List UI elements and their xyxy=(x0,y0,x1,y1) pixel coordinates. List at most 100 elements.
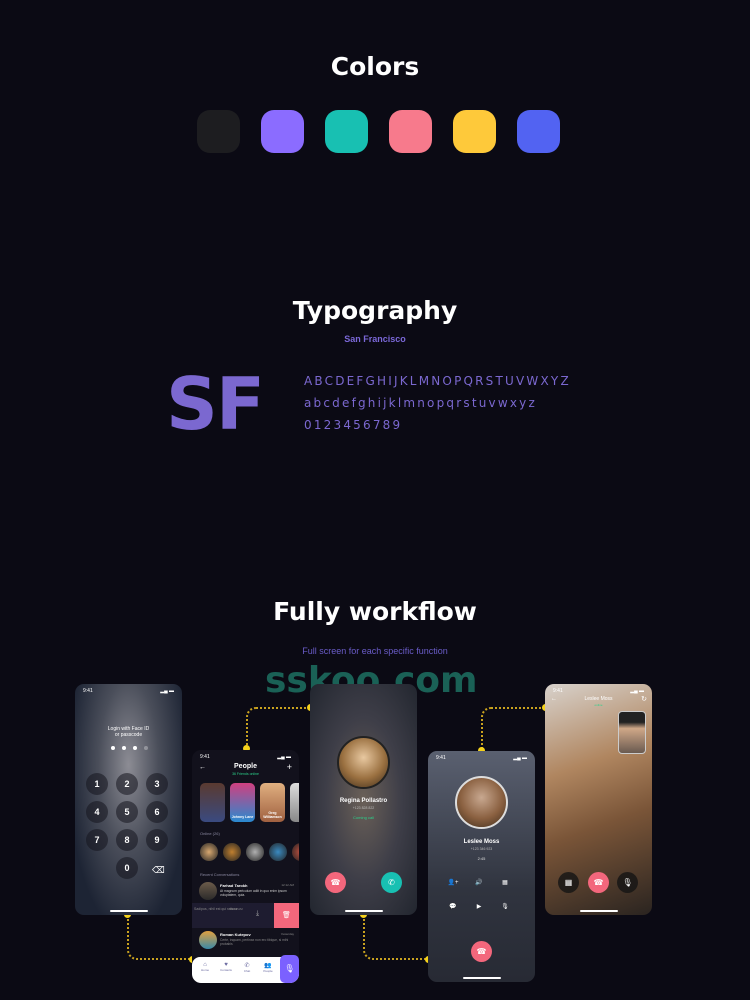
key-1[interactable]: 1 xyxy=(86,773,108,795)
status-bar: 9:41 ▂▄ ▬ xyxy=(200,754,291,760)
end-call-button[interactable]: ☎ xyxy=(471,941,492,962)
conversation-item[interactable]: Farhad Tarokh 12:12 AM At magnum pericul… xyxy=(199,882,294,902)
caller-phone: +123 828 822 xyxy=(352,806,375,810)
connector xyxy=(363,915,429,960)
contact-name: Leslee Moss xyxy=(584,696,613,702)
connector xyxy=(481,707,547,752)
online-avatar[interactable] xyxy=(223,843,241,861)
status-bar: 9:41 ▂▄ ▬ xyxy=(83,688,174,694)
caller-phone: +123 346 923 xyxy=(470,847,493,851)
tab-chat[interactable]: ✆ Chat xyxy=(238,962,256,973)
story-card[interactable]: Johnny Lane xyxy=(230,783,255,822)
conversation-item[interactable]: Roman Kutepov Yesterday Certe, inquam, p… xyxy=(199,931,294,951)
story-card[interactable]: Greg Williamson xyxy=(260,783,285,822)
home-indicator xyxy=(462,977,501,979)
keypad-button[interactable]: ▦ xyxy=(558,872,579,893)
online-label: Online (26) xyxy=(200,831,220,836)
online-avatar[interactable] xyxy=(292,843,299,861)
online-avatar[interactable] xyxy=(200,843,218,861)
key-7[interactable]: 7 xyxy=(86,829,108,851)
call-status: Coming call xyxy=(353,815,374,820)
typography-title: Typography xyxy=(292,296,458,325)
caller-name: Leslee Moss xyxy=(463,839,500,845)
video-icon[interactable]: ▶ xyxy=(469,903,489,910)
workflow-title: Fully workflow xyxy=(273,597,477,626)
online-avatar[interactable] xyxy=(269,843,287,861)
color-swatch xyxy=(517,110,560,153)
tab-people[interactable]: 👥 People xyxy=(259,962,277,973)
tab-bar: ⌂ Home ♥ Contacts ✆ Chat 👥 People 🎙 xyxy=(192,955,299,983)
home-indicator xyxy=(579,910,618,912)
story-card[interactable] xyxy=(290,783,299,822)
accept-button[interactable]: ✆ xyxy=(381,872,402,893)
signal-battery-icon: ▂▄ ▬ xyxy=(160,688,174,694)
key-9[interactable]: 9 xyxy=(146,829,168,851)
keypad-icon[interactable]: ▦ xyxy=(495,879,515,886)
friends-online: 36 Friends online xyxy=(232,772,259,776)
key-6[interactable]: 6 xyxy=(146,801,168,823)
active-call-screen: 9:41 ▂▄ ▬ Leslee Moss +123 346 923 2:45 👤… xyxy=(428,751,535,982)
message-time: 12:12 AM xyxy=(281,883,294,887)
tab-contacts[interactable]: ♥ Contacts xyxy=(217,962,235,972)
passcode-dot xyxy=(144,746,148,750)
archive-icon[interactable]: ⤓ xyxy=(256,910,259,918)
people-screen: 9:41 ▂▄ ▬ ← People 36 Friends online + Jo… xyxy=(192,750,299,983)
online-avatar[interactable] xyxy=(246,843,264,861)
self-view[interactable] xyxy=(618,711,646,754)
swiped-conversation[interactable]: Sadipus, nihil est qui ratione 09:12 AM … xyxy=(192,903,299,928)
digits-sample: 0123456789 xyxy=(304,418,403,432)
mute-button[interactable]: 🎙 xyxy=(617,872,638,893)
uppercase-sample: ABCDEFGHIJKLMNOPQRSTUVWXYZ xyxy=(304,374,571,388)
tab-label: Chat xyxy=(243,969,251,973)
home-indicator xyxy=(344,910,383,912)
add-icon[interactable]: + xyxy=(287,762,292,772)
key-5[interactable]: 5 xyxy=(116,801,138,823)
key-3[interactable]: 3 xyxy=(146,773,168,795)
story-card[interactable] xyxy=(200,783,225,822)
rotate-camera-icon[interactable]: ↻ xyxy=(641,695,647,703)
color-swatch xyxy=(325,110,368,153)
key-0[interactable]: 0 xyxy=(116,857,138,879)
people-title: People xyxy=(234,763,257,770)
lock-screen: 9:41 ▂▄ ▬ Login with Face ID or passcode 1… xyxy=(75,684,182,915)
color-swatch xyxy=(261,110,304,153)
add-contact-icon[interactable]: 👤+ xyxy=(443,879,463,886)
tab-label: Contacts xyxy=(220,968,232,972)
incoming-call-screen: Regina Pollastro +123 828 822 Coming cal… xyxy=(310,684,417,915)
end-call-button[interactable]: ☎ xyxy=(588,872,609,893)
mic-icon[interactable]: 🎙 xyxy=(495,903,515,910)
tab-home[interactable]: ⌂ Home xyxy=(196,962,214,972)
delete-icon[interactable]: 🗑 xyxy=(274,903,299,928)
key-4[interactable]: 4 xyxy=(86,801,108,823)
speaker-icon[interactable]: 🔊 xyxy=(469,879,489,886)
key-8[interactable]: 8 xyxy=(116,829,138,851)
chat-icon[interactable]: 💬 xyxy=(443,903,463,910)
backspace-icon[interactable]: ⌫ xyxy=(152,865,165,876)
color-swatch xyxy=(389,110,432,153)
prompt-line: or passcode xyxy=(114,732,143,738)
mic-button[interactable]: 🎙 xyxy=(280,955,299,983)
tab-label: Home xyxy=(200,968,209,972)
font-name: San Francisco xyxy=(344,334,406,344)
avatar xyxy=(199,931,217,949)
home-indicator xyxy=(109,910,148,912)
signal-battery-icon: ▂▄ ▬ xyxy=(277,754,291,760)
video-call-screen: 9:41 ▂▄ ▬ ← Leslee Moss online ↻ ▦ ☎ 🎙 xyxy=(545,684,652,915)
status-bar: 9:41 ▂▄ ▬ xyxy=(553,688,644,694)
online-status: online xyxy=(594,703,603,707)
tab-icon: ✆ xyxy=(244,963,250,969)
face-id-prompt: Login with Face ID or passcode xyxy=(75,726,182,738)
caller-name: Regina Pollastro xyxy=(339,798,388,804)
caller-photo xyxy=(455,776,508,829)
caller-photo xyxy=(337,736,390,789)
signal-battery-icon: ▂▄ ▬ xyxy=(513,755,527,761)
tab-icon: 👥 xyxy=(264,963,272,969)
workflow-subtitle: Full screen for each specific function xyxy=(302,646,448,656)
passcode-dot xyxy=(133,746,137,750)
status-time: 9:41 xyxy=(200,754,210,760)
key-2[interactable]: 2 xyxy=(116,773,138,795)
color-swatch xyxy=(453,110,496,153)
decline-button[interactable]: ☎ xyxy=(325,872,346,893)
status-time: 9:41 xyxy=(83,688,93,694)
colors-title: Colors xyxy=(330,52,420,81)
